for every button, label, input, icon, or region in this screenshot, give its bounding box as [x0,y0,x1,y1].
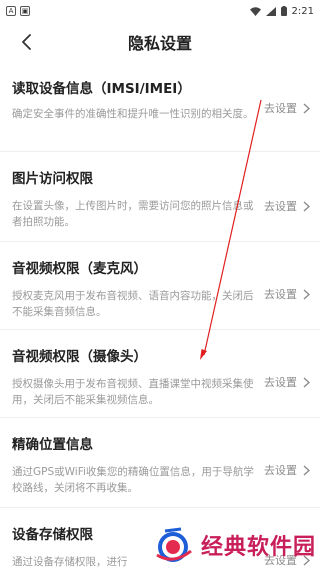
go-settings-button[interactable]: 去设置 [264,198,310,214]
list-item-location[interactable]: 精确位置信息 通过GPS或WiFi收集您的精确位置信息，用于导航学校路线，关闭将… [0,418,320,508]
item-title: 图片访问权限 [12,171,93,187]
status-bar: A ▣ 2:21 [0,0,320,22]
item-title: 精确位置信息 [12,437,93,453]
battery-icon [280,6,287,16]
go-settings-button[interactable]: 去设置 [264,374,310,390]
list-item-photo-access[interactable]: 图片访问权限 在设置头像，上传图片时，需要访问您的照片信息或者拍照功能。 去设置 [0,152,320,242]
status-time: 2:21 [291,5,314,17]
item-title: 音视频权限（麦克风） [12,261,147,277]
watermark-logo-icon [151,525,195,565]
chevron-right-icon [303,103,310,113]
chevron-right-icon [303,377,310,387]
list-item-device-info[interactable]: 读取设备信息（IMSI/IMEI） 确定安全事件的准确性和提升唯一性识别的相关度… [0,64,320,152]
page-title: 隐私设置 [127,34,192,53]
site-watermark: 经典软件园 [151,525,316,565]
go-settings-button[interactable]: 去设置 [264,100,310,116]
chevron-right-icon [303,289,310,299]
chevron-left-icon [22,34,31,50]
watermark-text: 经典软件园 [200,535,316,560]
notification-icon: A [6,6,16,16]
list-item-camera[interactable]: 音视频权限（摄像头） 授权摄像头用于发布音视频、直播课堂中视频采集使用，关闭后不… [0,330,320,418]
go-settings-label: 去设置 [264,464,297,477]
app-notification-icon: ▣ [20,6,30,16]
back-button[interactable] [14,30,38,54]
permission-list: 读取设备信息（IMSI/IMEI） 确定安全事件的准确性和提升唯一性识别的相关度… [0,64,320,569]
item-description: 确定安全事件的准确性和提升唯一性识别的相关度。 [12,108,254,120]
go-settings-label: 去设置 [264,376,297,389]
go-settings-button[interactable]: 去设置 [264,286,310,302]
item-description: 通过GPS或WiFi收集您的精确位置信息，用于导航学校路线，关闭将不再收集。 [12,466,254,494]
go-settings-label: 去设置 [264,200,297,213]
wifi-icon [249,6,261,16]
signal-icon [265,6,276,16]
status-left: A ▣ [6,6,30,16]
chevron-right-icon [303,201,310,211]
list-item-microphone[interactable]: 音视频权限（麦克风） 授权麦克风用于发布音视频、语音内容功能，关闭后不能采集音频… [0,242,320,330]
item-description: 授权麦克风用于发布音视频、语音内容功能，关闭后不能采集音频信息。 [12,290,254,318]
item-description: 授权摄像头用于发布音视频、直播课堂中视频采集使用，关闭后不能采集视频信息。 [12,378,254,406]
chevron-right-icon [303,465,310,475]
status-right: 2:21 [249,5,314,17]
go-settings-button[interactable]: 去设置 [264,462,310,478]
app-header: 隐私设置 [0,22,320,62]
go-settings-label: 去设置 [264,102,297,115]
go-settings-label: 去设置 [264,288,297,301]
item-title: 读取设备信息（IMSI/IMEI） [12,81,191,97]
item-title: 音视频权限（摄像头） [12,349,147,365]
item-description: 在设置头像，上传图片时，需要访问您的照片信息或者拍照功能。 [12,200,254,228]
